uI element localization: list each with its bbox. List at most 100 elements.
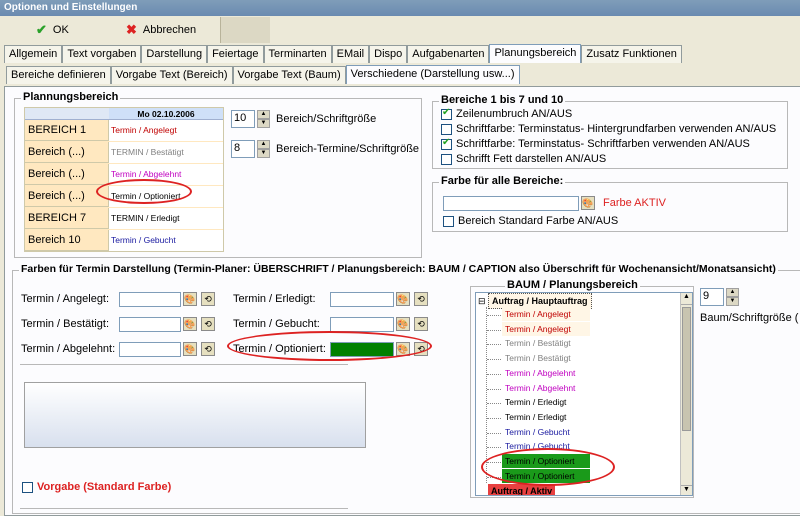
spin-down-icon[interactable]: ▼	[726, 297, 739, 306]
palette-icon[interactable]: 🎨	[396, 292, 410, 306]
subtab-2[interactable]: Vorgabe Text (Baum)	[232, 66, 346, 84]
bereich-standard-farbe-option[interactable]: Bereich Standard Farbe AN/AUS	[443, 215, 618, 227]
color-field-label: Termin / Gebucht:	[233, 318, 320, 330]
color-field-input[interactable]	[330, 317, 394, 332]
tab-aufgabenarten[interactable]: Aufgabenarten	[407, 45, 490, 63]
tab-feiertage[interactable]: Feiertage	[207, 45, 264, 63]
tab-email[interactable]: EMail	[331, 45, 370, 63]
spin-buttons[interactable]: ▲ ▼	[257, 140, 270, 158]
reset-color-icon[interactable]: ⟲	[201, 292, 215, 306]
tab-text-vorgaben[interactable]: Text vorgaben	[62, 45, 142, 63]
farbe-alle-input[interactable]	[443, 196, 579, 211]
bereich-row: BEREICH 1 Termin / Angelegt	[25, 119, 223, 141]
tree-connector	[487, 388, 501, 390]
tree-item[interactable]: Termin / Erledigt	[502, 395, 570, 410]
option-label: Schrifft Fett darstellen AN/AUS	[456, 153, 607, 165]
vorgabe-option[interactable]: Vorgabe (Standard Farbe)	[22, 481, 171, 493]
main-tabs: Allgemein Text vorgaben Darstellung Feierta…	[4, 44, 682, 64]
palette-icon[interactable]: 🎨	[183, 342, 197, 356]
option-checkbox[interactable]	[441, 153, 452, 165]
cancel-label: Abbrechen	[142, 24, 197, 36]
color-field-input[interactable]	[330, 292, 394, 307]
tab-darstellung[interactable]: Darstellung	[141, 45, 208, 63]
spin-up-icon[interactable]: ▲	[726, 288, 739, 297]
tree-connector	[487, 373, 501, 375]
bereiche17-title: Bereiche 1 bis 7 und 10	[439, 94, 566, 106]
tab-planungsbereich[interactable]: Planungsbereich	[489, 44, 582, 63]
tree-item[interactable]: Termin / Angelegt	[502, 321, 590, 336]
tree-connector	[487, 344, 501, 346]
spin-buttons[interactable]: ▲ ▼	[257, 110, 270, 128]
bereiche17-option[interactable]: Schrifft Fett darstellen AN/AUS	[441, 153, 606, 165]
color-field-label: Termin / Abgelehnt:	[21, 343, 116, 355]
option-checkbox[interactable]	[441, 137, 452, 150]
tree-item[interactable]: Termin / Angelegt	[502, 307, 590, 321]
highlight-ellipse	[227, 331, 432, 361]
bereich-name: Bereich (...)	[28, 168, 85, 180]
tree-collapse-icon[interactable]: ⊟	[478, 296, 486, 307]
spin-up-icon[interactable]: ▲	[257, 110, 270, 119]
bereiche17-option[interactable]: Schriftfarbe: Terminstatus- Schriftfarbe…	[441, 137, 750, 150]
tree-item[interactable]: Termin / Abgelehnt	[502, 365, 579, 380]
vorgabe-checkbox[interactable]	[22, 481, 33, 493]
subtab-1[interactable]: Vorgabe Text (Bereich)	[110, 66, 233, 84]
option-checkbox[interactable]	[441, 107, 452, 120]
date-header: Mo 02.10.2006	[109, 108, 223, 120]
palette-icon[interactable]: 🎨	[396, 317, 410, 331]
tree-line	[486, 307, 487, 483]
bereich-row: BEREICH 7 TERMIN / Erledigt	[25, 207, 223, 229]
farbe-alle-title: Farbe für alle Bereiche:	[439, 175, 566, 187]
palette-icon[interactable]: 🎨	[183, 292, 197, 306]
spin-up-icon[interactable]: ▲	[257, 140, 270, 149]
tree-connector	[487, 329, 501, 331]
ok-button[interactable]: ✔ OK	[30, 18, 75, 42]
color-field-label: Termin / Angelegt:	[21, 293, 110, 305]
bereiche17-option[interactable]: Schriftfarbe: Terminstatus- Hintergrundf…	[441, 123, 776, 135]
vorgabe-label: Vorgabe (Standard Farbe)	[37, 481, 172, 493]
reset-color-icon[interactable]: ⟲	[414, 317, 428, 331]
baum-fontsize-input[interactable]: 9	[700, 288, 724, 306]
tab-zusatz-funktionen[interactable]: Zusatz Funktionen	[581, 45, 682, 63]
termine-fontsize-spinner[interactable]: 8 ▲ ▼ Bereich-Termine/Schriftgröße	[231, 140, 419, 158]
reset-color-icon[interactable]: ⟲	[201, 317, 215, 331]
subtab-3[interactable]: Verschiedene (Darstellung usw...)	[345, 65, 520, 84]
color-field-input[interactable]	[119, 317, 181, 332]
tree-item[interactable]: Termin / Bestätigt	[502, 351, 574, 366]
farbe-aktiv-label: Farbe AKTIV	[603, 197, 666, 209]
reset-color-icon[interactable]: ⟲	[414, 292, 428, 306]
tree-item[interactable]: Termin / Abgelehnt	[502, 380, 579, 395]
spin-down-icon[interactable]: ▼	[257, 149, 270, 158]
baum-fontsize-spinner[interactable]: 9 ▲ ▼	[700, 288, 739, 306]
option-checkbox[interactable]	[441, 123, 452, 135]
tab-dispo[interactable]: Dispo	[369, 45, 408, 63]
bereich-termin: Termin / Angelegt	[108, 119, 223, 141]
scroll-down-icon[interactable]: ▼	[681, 485, 692, 495]
cancel-button[interactable]: ✖ Abbrechen	[120, 18, 202, 42]
scroll-thumb[interactable]	[682, 307, 691, 431]
ok-label: OK	[52, 24, 69, 36]
tree-scrollbar[interactable]: ▲ ▼	[680, 293, 692, 495]
bereiche17-option[interactable]: Zeilenumbruch AN/AUS	[441, 107, 572, 120]
tree-item[interactable]: Termin / Gebucht	[502, 424, 573, 439]
bereich-name: Bereich 10	[28, 234, 81, 246]
tab-terminarten[interactable]: Terminarten	[263, 45, 332, 63]
highlight-ellipse	[96, 179, 192, 204]
reset-color-icon[interactable]: ⟲	[201, 342, 215, 356]
tab-allgemein[interactable]: Allgemein	[4, 45, 63, 63]
bereich-fontsize-spinner[interactable]: 10 ▲ ▼ Bereich/Schriftgröße	[231, 110, 376, 128]
termine-fontsize-input[interactable]: 8	[231, 140, 255, 158]
color-field-input[interactable]	[119, 292, 181, 307]
tree-item[interactable]: Termin / Bestätigt	[502, 336, 574, 351]
tree-connector	[487, 359, 501, 361]
spin-buttons[interactable]: ▲ ▼	[726, 288, 739, 306]
bereich-standard-checkbox[interactable]	[443, 215, 454, 227]
scroll-up-icon[interactable]: ▲	[681, 293, 692, 305]
spin-down-icon[interactable]: ▼	[257, 119, 270, 128]
palette-icon[interactable]: 🎨	[581, 196, 595, 210]
palette-icon[interactable]: 🎨	[183, 317, 197, 331]
tree-item[interactable]: Termin / Erledigt	[502, 409, 570, 424]
color-field-input[interactable]	[119, 342, 181, 357]
bereich-fontsize-input[interactable]: 10	[231, 110, 255, 128]
cross-icon: ✖	[126, 22, 137, 37]
subtab-0[interactable]: Bereiche definieren	[6, 66, 111, 84]
